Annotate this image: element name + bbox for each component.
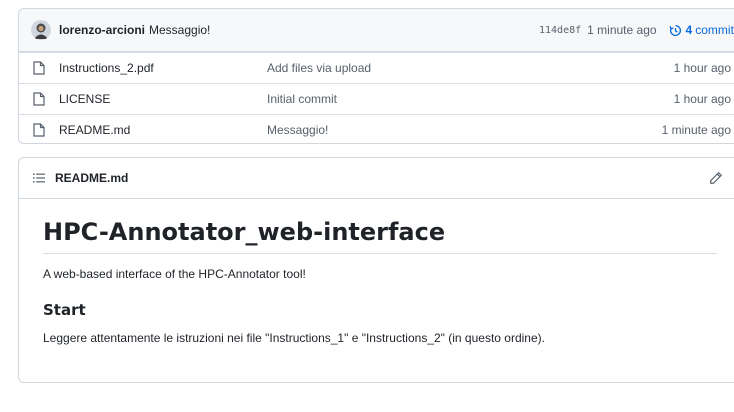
file-age: 1 hour ago bbox=[673, 61, 731, 75]
file-browser: lorenzo-arcioni Messaggio! 114de8f 1 min… bbox=[18, 8, 734, 144]
readme-content: HPC-Annotator_web-interface A web-based … bbox=[19, 217, 734, 346]
file-name-link[interactable]: LICENSE bbox=[59, 92, 110, 106]
commit-count: 4 bbox=[685, 23, 693, 37]
readme-intro: A web-based interface of the HPC-Annotat… bbox=[43, 267, 306, 281]
commit-author-link[interactable]: lorenzo-arcioni bbox=[59, 23, 145, 37]
file-icon bbox=[33, 123, 45, 137]
commit-sha-link[interactable]: 114de8f bbox=[539, 25, 581, 36]
file-icon bbox=[33, 92, 45, 106]
file-age: 1 minute ago bbox=[661, 123, 731, 137]
file-row[interactable]: README.md Messaggio! 1 minute ago bbox=[19, 114, 734, 143]
readme-title: HPC-Annotator_web-interface bbox=[43, 217, 717, 254]
file-commit-message-link[interactable]: Initial commit bbox=[267, 92, 337, 106]
readme-section-heading: Start bbox=[43, 301, 86, 319]
pencil-icon[interactable] bbox=[709, 171, 723, 185]
file-age: 1 hour ago bbox=[673, 92, 731, 106]
author-avatar[interactable] bbox=[31, 20, 51, 40]
readme-header: README.md bbox=[19, 158, 734, 199]
commits-label: commits bbox=[695, 23, 734, 37]
file-row[interactable]: LICENSE Initial commit 1 hour ago bbox=[19, 83, 734, 114]
readme-filename-link[interactable]: README.md bbox=[55, 171, 128, 185]
commit-time: 1 minute ago bbox=[587, 23, 657, 37]
file-commit-message-link[interactable]: Messaggio! bbox=[267, 123, 328, 137]
commit-history-link[interactable]: 4 commits bbox=[669, 23, 734, 37]
file-icon bbox=[33, 61, 45, 75]
commit-message-link[interactable]: Messaggio! bbox=[149, 23, 210, 37]
file-commit-message-link[interactable]: Add files via upload bbox=[267, 61, 371, 75]
latest-commit-bar: lorenzo-arcioni Messaggio! 114de8f 1 min… bbox=[19, 9, 734, 52]
commit-meta: 114de8f 1 minute ago 4 commits bbox=[539, 9, 734, 51]
file-row[interactable]: Instructions_2.pdf Add files via upload … bbox=[19, 52, 734, 83]
readme-section-text: Leggere attentamente le istruzioni nei f… bbox=[43, 331, 545, 345]
readme-panel: README.md HPC-Annotator_web-interface A … bbox=[18, 157, 734, 383]
history-icon bbox=[669, 24, 681, 36]
file-name-link[interactable]: README.md bbox=[59, 123, 130, 137]
list-unordered-icon[interactable] bbox=[33, 173, 45, 183]
file-name-link[interactable]: Instructions_2.pdf bbox=[59, 61, 154, 75]
